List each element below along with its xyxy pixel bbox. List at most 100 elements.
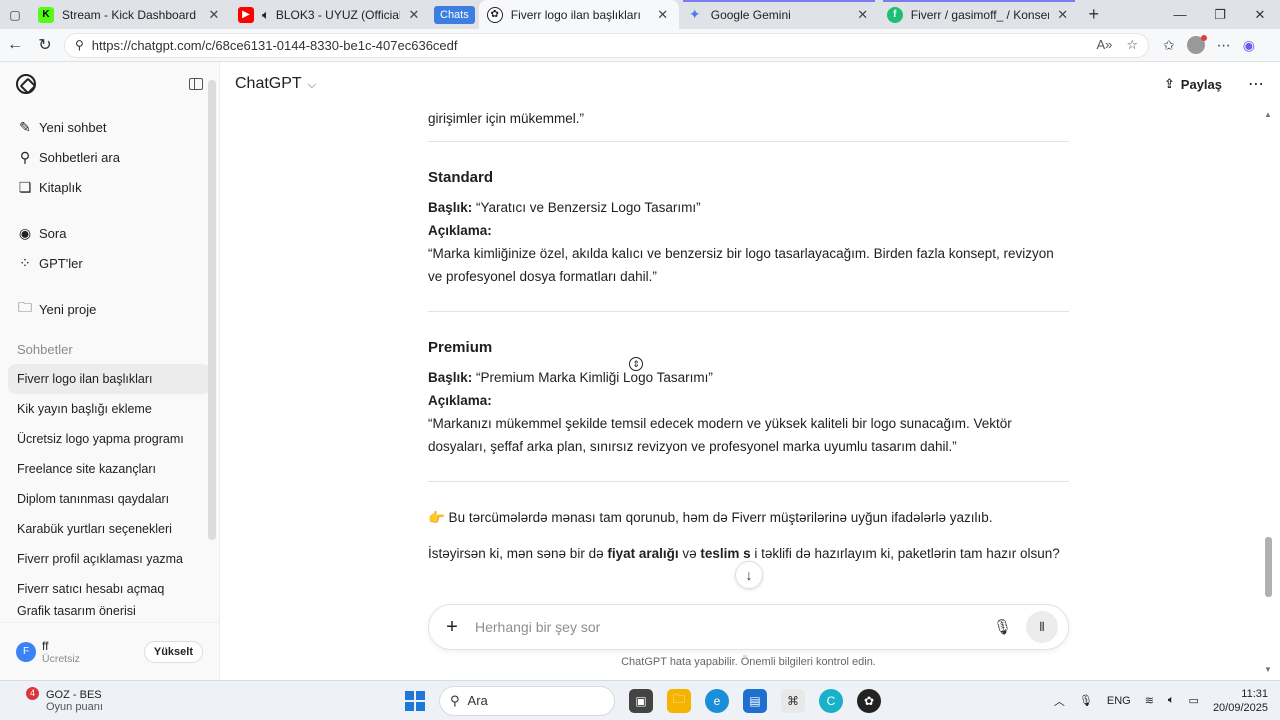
voice-mode-button[interactable]: ⫴ xyxy=(1026,611,1058,643)
scroll-up-arrow-icon[interactable]: ▲ xyxy=(1264,110,1272,119)
sidebar-section-title: Sohbetler xyxy=(17,341,73,357)
microphone-icon[interactable]: 🎙︎ xyxy=(993,618,1012,636)
sidebar-item-new-project[interactable]: 🗀︎ Yeni proje xyxy=(0,294,219,324)
more-menu-icon[interactable]: ⋯ xyxy=(1217,37,1231,54)
python-icon[interactable]: ⌘ xyxy=(781,688,805,713)
chat-item[interactable]: Fiverr profil açıklaması yazma xyxy=(0,544,219,574)
clock[interactable]: 11:31 20/09/2025 xyxy=(1213,687,1268,715)
package-premium: Premium Başlık: “Premium Marka Kimliği L… xyxy=(428,336,1069,458)
share-button[interactable]: ⇪ Paylaş xyxy=(1164,76,1222,92)
kick-icon: K xyxy=(38,6,54,23)
canva-icon[interactable]: C xyxy=(819,688,843,713)
volume-icon[interactable]: 🔈︎ xyxy=(1168,694,1175,707)
more-options-icon[interactable]: ⋯ xyxy=(1248,74,1265,94)
tab-kick[interactable]: K Stream - Kick Dashboard ✕ xyxy=(30,0,230,29)
refresh-icon[interactable]: ↻ xyxy=(30,35,60,55)
close-icon[interactable]: ✕ xyxy=(206,7,222,23)
chevron-up-icon[interactable]: ︿ xyxy=(1054,693,1065,709)
package-desc: “Markanızı mükemmel şekilde temsil edece… xyxy=(428,416,1012,454)
minimize-icon[interactable]: — xyxy=(1160,7,1200,23)
wifi-icon[interactable]: ≋ xyxy=(1145,694,1154,707)
sidebar-item-new-chat[interactable]: ✎ Yeni sohbet xyxy=(0,112,219,142)
tab-youtube[interactable]: ▶ 🔈︎ BLOK3 - UYUZ (Official Audio) ✕ xyxy=(230,0,430,29)
add-attachment-icon[interactable]: + xyxy=(439,616,465,639)
close-icon[interactable]: ✕ xyxy=(655,7,671,23)
chat-item[interactable]: Diplom tanınması qaydaları xyxy=(0,484,219,514)
chat-item[interactable]: Kik yayın başlığı ekleme xyxy=(0,394,219,424)
chat-item[interactable]: Freelance site kazançları xyxy=(0,454,219,484)
game-widget-icon: 4 xyxy=(20,686,40,711)
taskbar-apps: ⚲ Ara ▣ 🗀︎ e ▤ ⌘ C ✿ xyxy=(405,685,881,716)
scroll-down-button[interactable]: ↓ xyxy=(735,561,763,589)
speaker-icon[interactable]: 🔈︎ xyxy=(262,7,270,23)
microphone-icon[interactable]: 🎙︎ xyxy=(1079,694,1093,707)
sidebar-header xyxy=(0,62,219,106)
sora-icon: ◉ xyxy=(18,224,32,241)
battery-icon[interactable]: ▭ xyxy=(1189,694,1199,707)
edge-browser-icon[interactable]: e xyxy=(705,688,729,713)
user-plan: Ücretsiz xyxy=(42,652,80,665)
close-icon[interactable]: ✕ xyxy=(406,7,422,23)
model-selector[interactable]: ChatGPT ⌵ xyxy=(235,75,316,93)
tab-fiverr[interactable]: f Fiverr / gasimoff_ / Konseri Düze... ✕ xyxy=(879,0,1079,29)
chat-item[interactable]: Karabük yurtları seçenekleri xyxy=(0,514,219,544)
close-icon[interactable]: ✕ xyxy=(1055,7,1071,23)
sidebar-item-library[interactable]: ❏ Kitaplık xyxy=(0,172,219,202)
divider xyxy=(428,481,1069,482)
task-view-icon[interactable]: ▣ xyxy=(629,688,653,713)
back-icon[interactable]: ← xyxy=(0,36,30,54)
edit-icon: ✎ xyxy=(19,118,31,135)
openai-logo-icon[interactable] xyxy=(16,74,36,94)
scrollbar-thumb[interactable] xyxy=(1265,537,1272,597)
prompt-input[interactable] xyxy=(475,619,993,635)
tab-gemini[interactable]: ✦ Google Gemini ✕ xyxy=(679,0,879,29)
package-desc-label: Açıklama: xyxy=(428,393,492,408)
search-icon: ⚲ xyxy=(450,692,460,708)
site-info-icon[interactable]: ⚲ xyxy=(75,38,84,52)
system-tray: ︿ 🎙︎ ENG ≋ 🔈︎ ▭ 11:31 20/09/2025 xyxy=(1054,687,1268,715)
user-account[interactable]: F ff Ücretsiz Yükselt xyxy=(0,622,219,680)
package-desc: “Marka kimliğinize özel, akılda kalıcı v… xyxy=(428,246,1054,284)
tab-actions-icon[interactable]: ▢ xyxy=(0,0,30,29)
chat-item[interactable]: Ücretsiz logo yapma programı xyxy=(0,424,219,454)
taskbar-search[interactable]: ⚲ Ara xyxy=(439,685,615,716)
message-note: 👉 Bu tərcümələrdə mənası tam qorunub, hə… xyxy=(428,510,993,525)
copilot-icon[interactable]: ◉ xyxy=(1243,37,1255,54)
message-text: girişimler için mükemmel.” xyxy=(428,111,585,126)
sidebar-scrollbar[interactable] xyxy=(208,80,216,540)
sidebar-toggle-icon[interactable] xyxy=(189,78,203,90)
sidebar-item-search-chats[interactable]: ⚲ Sohbetleri ara xyxy=(0,142,219,172)
window-controls: — ❐ ✕ xyxy=(1160,7,1280,23)
favorite-star-icon[interactable]: ☆ xyxy=(1126,37,1138,53)
assistant-message: girişimler için mükemmel.” Standard Başl… xyxy=(428,106,1069,565)
profile-avatar[interactable] xyxy=(1186,35,1207,54)
chat-item[interactable]: Grafik tasarım önerisi xyxy=(0,604,219,618)
main-scrollbar[interactable]: ▲ ▼ xyxy=(1264,110,1272,674)
scroll-cursor-icon: ⇕ xyxy=(629,357,643,371)
address-bar[interactable]: ⚲ https://chatgpt.com/c/68ce6131-0144-83… xyxy=(64,32,1149,58)
windows-start-icon[interactable] xyxy=(405,690,425,711)
read-aloud-icon[interactable]: A» xyxy=(1096,37,1112,53)
close-window-icon[interactable]: ✕ xyxy=(1240,7,1280,23)
widgets-button[interactable]: 4 GOZ - BES Oyun puanı xyxy=(0,686,200,713)
language-indicator[interactable]: ENG xyxy=(1107,695,1131,707)
favorites-icon[interactable]: ✩ xyxy=(1163,37,1175,54)
upgrade-button[interactable]: Yükselt xyxy=(143,640,203,663)
browser-tab-strip: ▢ K Stream - Kick Dashboard ✕ ▶ 🔈︎ BLOK3… xyxy=(0,0,1280,29)
restore-icon[interactable]: ❐ xyxy=(1200,7,1240,23)
scroll-down-arrow-icon[interactable]: ▼ xyxy=(1264,665,1272,674)
store-icon[interactable]: ▤ xyxy=(743,688,767,713)
tab-chatgpt-active[interactable]: ✿ Fiverr logo ilan başlıkları ✕ xyxy=(478,0,679,29)
new-tab-button[interactable]: + xyxy=(1079,4,1109,25)
sidebar-item-sora[interactable]: ◉ Sora xyxy=(0,218,219,248)
close-icon[interactable]: ✕ xyxy=(855,7,871,23)
chatgpt-app-icon[interactable]: ✿ xyxy=(857,688,881,713)
notification-badge: 4 xyxy=(26,686,39,700)
file-explorer-icon[interactable]: 🗀︎ xyxy=(667,688,691,713)
tab-group-chats[interactable]: Chats xyxy=(434,5,475,24)
chat-item[interactable]: Fiverr logo ilan başlıkları xyxy=(8,364,211,394)
chevron-down-icon: ⌵ xyxy=(307,79,317,91)
chat-item[interactable]: Fiverr satıcı hesabı açmaq xyxy=(0,574,219,604)
package-title-line: Başlık: “Premium Marka Kimliği Logo Tasa… xyxy=(428,370,713,385)
sidebar-item-gpts[interactable]: ⁘ GPT'ler xyxy=(0,248,219,278)
